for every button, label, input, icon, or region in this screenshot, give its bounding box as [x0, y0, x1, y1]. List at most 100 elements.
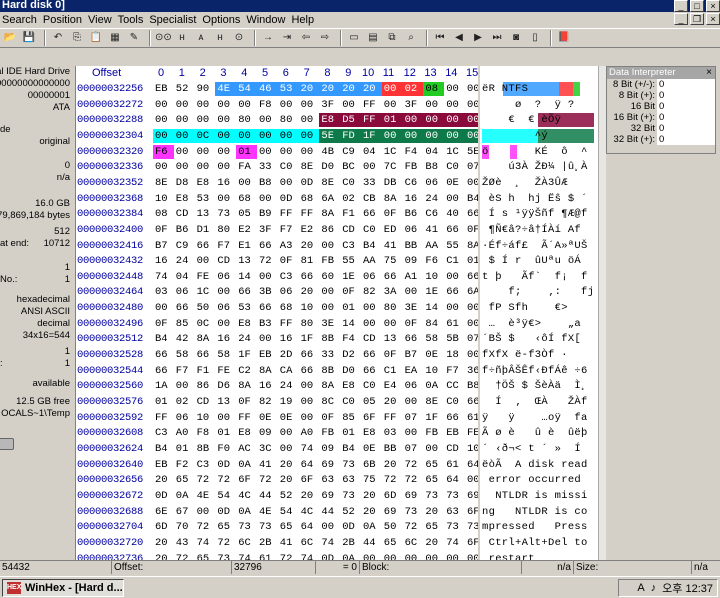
hex-byte[interactable]: 00: [299, 395, 320, 409]
hex-byte[interactable]: BC: [340, 160, 361, 174]
hex-byte[interactable]: FE: [465, 426, 478, 440]
hex-byte[interactable]: 03: [153, 285, 174, 299]
hex-byte[interactable]: 61: [465, 411, 478, 425]
hex-byte[interactable]: C0: [340, 176, 361, 190]
hex-byte[interactable]: E8: [195, 176, 216, 190]
text-row[interactable]: error occurred: [482, 473, 596, 487]
hex-byte[interactable]: 73: [340, 489, 361, 503]
hex-byte[interactable]: 6A: [465, 285, 478, 299]
hex-byte[interactable]: 00: [236, 98, 257, 112]
hex-byte[interactable]: 69: [403, 489, 424, 503]
hex-byte[interactable]: 65: [423, 473, 444, 487]
hex-byte[interactable]: 1F: [361, 128, 382, 143]
hex-byte[interactable]: 53: [195, 192, 216, 206]
hex-byte[interactable]: 00: [299, 411, 320, 425]
next-icon[interactable]: ▶: [470, 30, 486, 46]
hex-byte[interactable]: 0D: [319, 552, 340, 561]
hex-byte[interactable]: 20: [299, 239, 320, 253]
hex-byte[interactable]: 04: [361, 145, 382, 159]
replace-text-icon[interactable]: ᴀ: [193, 30, 209, 46]
hex-byte[interactable]: F8: [257, 98, 278, 112]
save-icon[interactable]: 💾: [21, 30, 37, 46]
hex-byte[interactable]: 01: [381, 113, 403, 128]
hex-byte[interactable]: 0D: [299, 176, 320, 190]
hex-byte[interactable]: 00: [215, 145, 236, 159]
hex-byte[interactable]: E8: [236, 426, 257, 440]
hex-byte[interactable]: 06: [403, 379, 424, 393]
hex-byte[interactable]: 08: [153, 207, 174, 221]
hex-byte[interactable]: 44: [361, 536, 382, 550]
hex-byte[interactable]: 13: [195, 207, 216, 221]
hex-byte[interactable]: 4E: [195, 489, 216, 503]
hex-byte[interactable]: 73: [423, 489, 444, 503]
hex-byte[interactable]: 14: [423, 301, 444, 315]
hex-byte[interactable]: 80: [382, 301, 403, 315]
hex-byte[interactable]: 65: [174, 473, 195, 487]
hex-byte[interactable]: 65: [423, 520, 444, 534]
hex-byte[interactable]: FF: [236, 411, 257, 425]
hex-byte[interactable]: F4: [403, 145, 424, 159]
hex-byte[interactable]: C3: [153, 426, 174, 440]
hex-byte[interactable]: C3: [278, 270, 299, 284]
hex-byte[interactable]: D6: [215, 379, 236, 393]
hex-byte[interactable]: 00: [465, 176, 478, 190]
hex-byte[interactable]: 10: [195, 411, 216, 425]
hex-byte[interactable]: 66: [444, 223, 465, 237]
hex-byte[interactable]: 07: [465, 332, 478, 346]
hex-byte[interactable]: 3F: [257, 223, 278, 237]
hex-byte[interactable]: B6: [403, 207, 424, 221]
close-icon[interactable]: ×: [706, 0, 720, 12]
text-row[interactable]: ëòÃ A disk read: [482, 458, 596, 472]
hex-byte[interactable]: 10: [299, 301, 320, 315]
hex-byte[interactable]: FF: [278, 317, 299, 331]
hex-byte[interactable]: 64: [299, 458, 320, 472]
mdi-close-icon[interactable]: ×: [706, 13, 720, 25]
hex-byte[interactable]: 16: [257, 379, 278, 393]
hex-byte[interactable]: 36: [465, 364, 478, 378]
hex-byte[interactable]: 00: [298, 128, 320, 143]
hex-byte[interactable]: E8: [340, 379, 361, 393]
hex-byte[interactable]: FF: [153, 411, 174, 425]
hex-byte[interactable]: 03: [382, 426, 403, 440]
hex-byte[interactable]: 00: [299, 145, 320, 159]
hex-byte[interactable]: 20: [153, 536, 174, 550]
hex-byte[interactable]: FE: [215, 364, 236, 378]
hex-byte[interactable]: B8: [257, 176, 278, 190]
hex-byte[interactable]: 00: [423, 442, 444, 456]
hex-byte[interactable]: 01: [215, 426, 236, 440]
hex-byte[interactable]: 66: [382, 270, 403, 284]
text-row[interactable]: †ÖŠ $ ŠèÀä Ì¸: [482, 379, 596, 393]
mdi-restore-icon[interactable]: ❐: [690, 13, 704, 25]
hex-byte[interactable]: 00: [319, 239, 340, 253]
hex-byte[interactable]: 00: [465, 82, 478, 96]
hex-byte[interactable]: 64: [444, 473, 465, 487]
hex-byte[interactable]: 7C: [382, 160, 403, 174]
hex-byte[interactable]: 73: [236, 520, 257, 534]
hex-byte[interactable]: FE: [195, 270, 216, 284]
hex-byte[interactable]: 66: [361, 348, 382, 362]
interpreter-value[interactable]: 0: [657, 112, 715, 123]
hex-byte[interactable]: 0D: [215, 505, 236, 519]
hex-byte[interactable]: B4: [361, 239, 382, 253]
hex-byte[interactable]: BB: [403, 239, 424, 253]
hex-byte[interactable]: 20: [319, 82, 341, 96]
hex-byte[interactable]: 86: [319, 223, 340, 237]
hex-byte[interactable]: 1C: [444, 145, 465, 159]
prev-icon[interactable]: ◀: [451, 30, 467, 46]
hex-byte[interactable]: 66: [299, 270, 320, 284]
hex-byte[interactable]: 2B: [257, 536, 278, 550]
hex-byte[interactable]: 33: [361, 176, 382, 190]
hex-byte[interactable]: 00: [402, 113, 424, 128]
text-row[interactable]: ëR NTFS: [482, 82, 596, 96]
back-icon[interactable]: ⇦: [298, 30, 314, 46]
hex-byte[interactable]: 00: [257, 192, 278, 206]
hex-byte[interactable]: 68: [278, 301, 299, 315]
hex-byte[interactable]: 00: [299, 113, 320, 127]
hex-byte[interactable]: CC: [444, 379, 465, 393]
hex-byte[interactable]: B3: [257, 317, 278, 331]
menu-position[interactable]: Position: [41, 12, 86, 28]
hex-byte[interactable]: 69: [382, 505, 403, 519]
hex-byte[interactable]: 1F: [236, 348, 257, 362]
hex-byte[interactable]: 66: [403, 332, 424, 346]
hex-byte[interactable]: 00: [444, 98, 465, 112]
